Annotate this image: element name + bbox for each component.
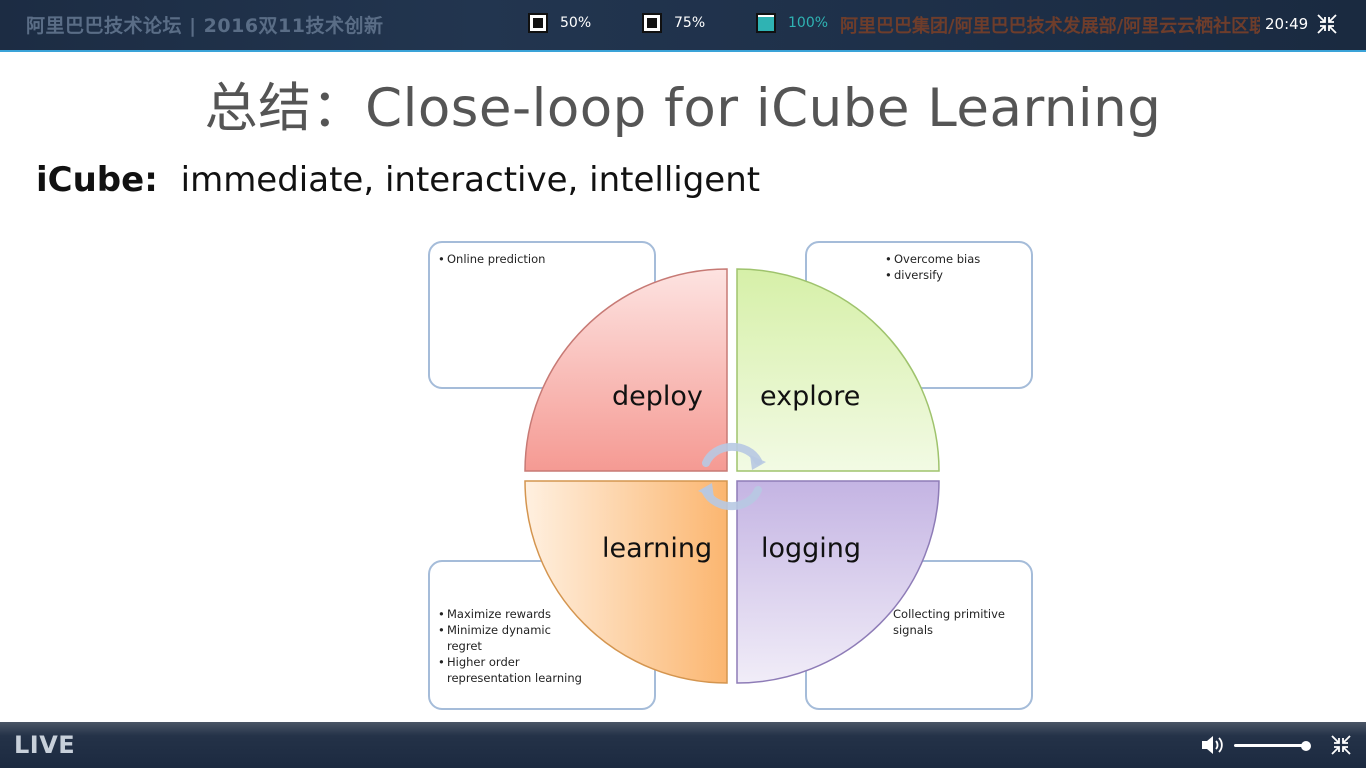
volume-knob[interactable] [1301, 741, 1311, 751]
explore-quadrant [736, 268, 940, 472]
exit-fullscreen-icon[interactable] [1330, 734, 1352, 756]
player-controls-bar: LIVE [0, 722, 1366, 768]
deploy-quadrant [524, 268, 728, 472]
deploy-label: deploy [612, 381, 703, 412]
volume-icon[interactable] [1200, 733, 1226, 757]
learning-quadrant [524, 480, 728, 684]
explore-label: explore [760, 381, 861, 412]
logging-label: logging [761, 533, 862, 564]
live-indicator: LIVE [14, 731, 76, 759]
logging-quadrant [736, 480, 940, 684]
learning-label: learning [602, 533, 713, 564]
volume-track [1234, 744, 1308, 747]
volume-slider[interactable] [1234, 741, 1312, 751]
